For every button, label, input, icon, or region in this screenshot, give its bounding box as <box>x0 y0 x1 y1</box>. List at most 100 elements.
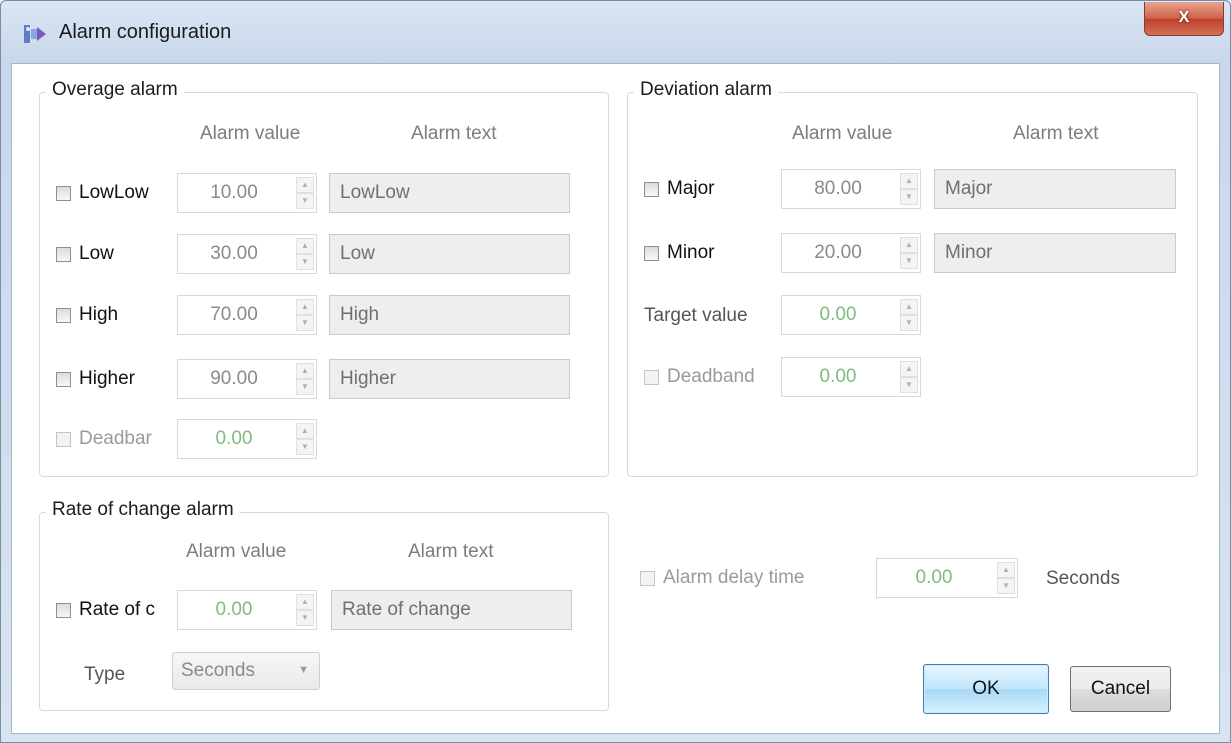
spin-up-icon[interactable]: ▲ <box>900 237 918 253</box>
lowlow-checkbox-row[interactable]: LowLow <box>56 173 149 213</box>
high-label: High <box>79 304 119 325</box>
spin-up-icon[interactable]: ▲ <box>296 177 314 193</box>
higher-checkbox-row[interactable]: Higher <box>56 359 135 399</box>
major-checkbox-row[interactable]: Major <box>644 169 715 209</box>
rate-checkbox[interactable] <box>56 602 71 618</box>
minor-value: 20.00 <box>814 242 862 263</box>
major-checkbox[interactable] <box>644 181 659 197</box>
alarm-delay-spinner[interactable]: 0.00 ▲ ▼ <box>876 558 1018 598</box>
high-value: 70.00 <box>210 304 258 325</box>
low-checkbox-row[interactable]: Low <box>56 234 114 274</box>
rate-value-spinner[interactable]: 0.00 ▲ ▼ <box>177 590 317 630</box>
spin-down-icon[interactable]: ▼ <box>900 189 918 205</box>
low-checkbox[interactable] <box>56 246 71 262</box>
spin-up-icon[interactable]: ▲ <box>997 562 1015 578</box>
deviation-deadband-checkbox[interactable] <box>644 369 659 385</box>
higher-text-field[interactable]: Higher <box>329 359 570 399</box>
ok-button[interactable]: OK <box>923 664 1049 714</box>
spin-up-icon[interactable]: ▲ <box>900 361 918 377</box>
low-value-spinner[interactable]: 30.00 ▲ ▼ <box>177 234 317 274</box>
overage-deadband-checkbox[interactable] <box>56 431 71 447</box>
deviation-deadband-value: 0.00 <box>819 366 857 387</box>
spin-down-icon[interactable]: ▼ <box>900 377 918 393</box>
rate-of-change-alarm-group: Rate of change alarm Alarm value Alarm t… <box>39 499 609 711</box>
type-dropdown[interactable]: Seconds ▼ <box>172 652 320 690</box>
overage-col-alarm-value: Alarm value <box>200 123 301 144</box>
spin-down-icon[interactable]: ▼ <box>296 610 314 626</box>
spin-up-icon[interactable]: ▲ <box>900 299 918 315</box>
deviation-col-alarm-text: Alarm text <box>1013 123 1099 144</box>
spin-down-icon[interactable]: ▼ <box>296 315 314 331</box>
deviation-alarm-group: Deviation alarm Alarm value Alarm text M… <box>627 79 1198 477</box>
target-value: 0.00 <box>819 304 857 325</box>
low-value: 30.00 <box>210 243 258 264</box>
spin-down-icon[interactable]: ▼ <box>900 253 918 269</box>
spin-down-icon[interactable]: ▼ <box>296 254 314 270</box>
chevron-down-icon: ▼ <box>298 664 309 676</box>
close-icon: X <box>1178 9 1190 26</box>
spin-down-icon[interactable]: ▼ <box>296 193 314 209</box>
close-button[interactable]: X <box>1144 2 1224 36</box>
major-text-field[interactable]: Major <box>934 169 1176 209</box>
type-selected-value: Seconds <box>181 660 255 681</box>
rate-col-alarm-text: Alarm text <box>408 541 494 562</box>
rate-checkbox-row[interactable]: Rate of c <box>56 590 174 630</box>
lowlow-text-field[interactable]: LowLow <box>329 173 570 213</box>
overage-alarm-title: Overage alarm <box>46 79 184 101</box>
lowlow-label: LowLow <box>79 182 149 203</box>
higher-checkbox[interactable] <box>56 371 71 387</box>
high-value-spinner[interactable]: 70.00 ▲ ▼ <box>177 295 317 335</box>
minor-checkbox-row[interactable]: Minor <box>644 233 715 273</box>
type-label: Type <box>84 664 126 685</box>
higher-value-spinner[interactable]: 90.00 ▲ ▼ <box>177 359 317 399</box>
deviation-deadband-checkbox-row[interactable]: Deadband <box>644 357 780 397</box>
higher-value: 90.00 <box>210 368 258 389</box>
minor-text-field[interactable]: Minor <box>934 233 1176 273</box>
rate-value: 0.00 <box>215 599 253 620</box>
spin-up-icon[interactable]: ▲ <box>296 299 314 315</box>
deviation-alarm-title: Deviation alarm <box>634 79 778 101</box>
alarm-delay-unit: Seconds <box>1046 568 1120 589</box>
target-value-label: Target value <box>644 305 748 326</box>
target-value-spinner[interactable]: 0.00 ▲ ▼ <box>781 295 921 335</box>
spin-down-icon[interactable]: ▼ <box>997 578 1015 594</box>
cancel-button[interactable]: Cancel <box>1070 666 1171 712</box>
rate-col-alarm-value: Alarm value <box>186 541 287 562</box>
spin-down-icon[interactable]: ▼ <box>296 439 314 455</box>
alarm-delay-checkbox[interactable] <box>640 570 655 586</box>
high-checkbox-row[interactable]: High <box>56 295 118 335</box>
deviation-col-alarm-value: Alarm value <box>792 123 893 144</box>
minor-checkbox[interactable] <box>644 245 659 261</box>
minor-value-spinner[interactable]: 20.00 ▲ ▼ <box>781 233 921 273</box>
spin-up-icon[interactable]: ▲ <box>900 173 918 189</box>
title-bar: Alarm configuration X <box>1 1 1230 63</box>
major-value: 80.00 <box>814 178 862 199</box>
window-title: Alarm configuration <box>59 21 232 43</box>
alarm-delay-checkbox-row[interactable]: Alarm delay time <box>640 558 805 598</box>
deviation-deadband-label: Deadband <box>667 366 755 387</box>
high-text-field[interactable]: High <box>329 295 570 335</box>
app-icon <box>24 25 46 43</box>
deviation-deadband-spinner[interactable]: 0.00 ▲ ▼ <box>781 357 921 397</box>
overage-deadband-spinner[interactable]: 0.00 ▲ ▼ <box>177 419 317 459</box>
spin-down-icon[interactable]: ▼ <box>900 315 918 331</box>
spin-up-icon[interactable]: ▲ <box>296 238 314 254</box>
overage-alarm-group: Overage alarm Alarm value Alarm text Low… <box>39 79 609 477</box>
rate-of-change-alarm-title: Rate of change alarm <box>46 499 240 521</box>
major-value-spinner[interactable]: 80.00 ▲ ▼ <box>781 169 921 209</box>
overage-deadband-value: 0.00 <box>215 428 253 449</box>
low-text-field[interactable]: Low <box>329 234 570 274</box>
overage-deadband-checkbox-row[interactable]: Deadbar <box>56 419 174 459</box>
dialog-body: Overage alarm Alarm value Alarm text Low… <box>11 63 1220 734</box>
alarm-delay-label: Alarm delay time <box>663 567 805 588</box>
major-label: Major <box>667 178 715 199</box>
rate-text-field[interactable]: Rate of change <box>331 590 572 630</box>
alarm-delay-value: 0.00 <box>915 567 953 588</box>
lowlow-value-spinner[interactable]: 10.00 ▲ ▼ <box>177 173 317 213</box>
spin-down-icon[interactable]: ▼ <box>296 379 314 395</box>
spin-up-icon[interactable]: ▲ <box>296 423 314 439</box>
spin-up-icon[interactable]: ▲ <box>296 363 314 379</box>
lowlow-checkbox[interactable] <box>56 185 71 201</box>
high-checkbox[interactable] <box>56 307 71 323</box>
spin-up-icon[interactable]: ▲ <box>296 594 314 610</box>
